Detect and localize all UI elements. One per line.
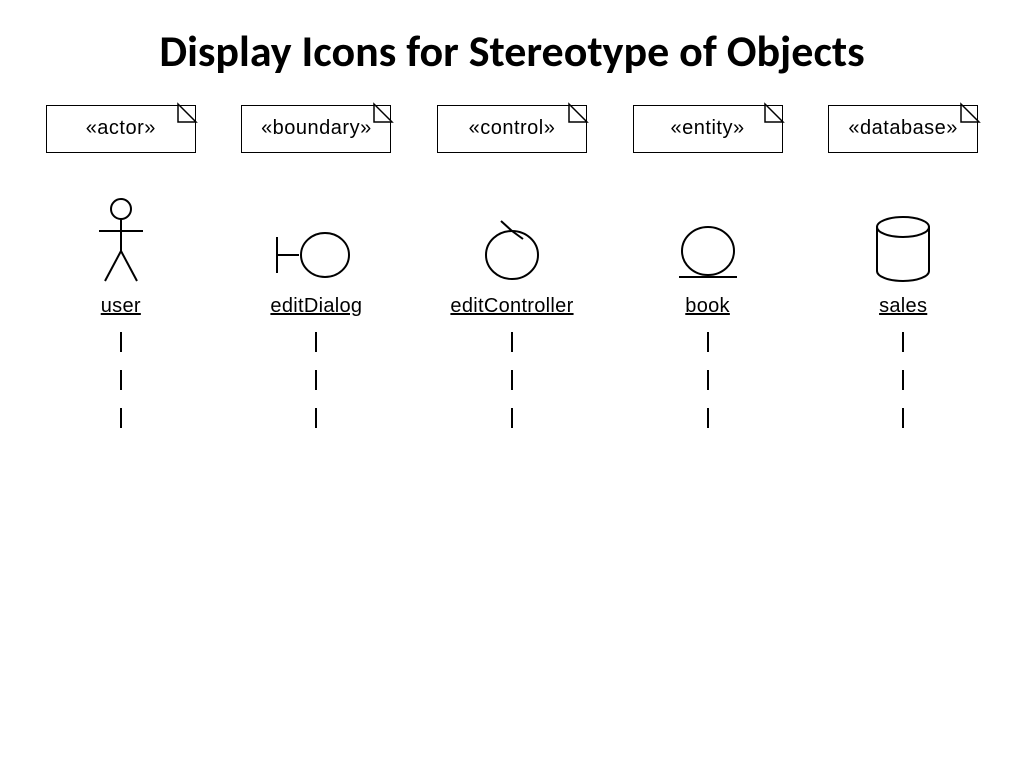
object-name: editDialog — [270, 295, 362, 318]
stereotype-col: «database» sales — [810, 105, 996, 428]
dogear-icon — [569, 104, 587, 122]
slide-title: Display Icons for Stereotype of Objects — [80, 26, 944, 77]
stereotype-note: «entity» — [633, 105, 783, 153]
slide: Display Icons for Stereotype of Objects … — [0, 0, 1024, 768]
lifeline-icon — [120, 332, 122, 428]
dogear-icon — [178, 104, 196, 122]
entity-icon — [673, 195, 743, 285]
object-name: sales — [879, 295, 927, 318]
stereotype-col: «boundary» editDialog — [224, 105, 410, 428]
lifeline-icon — [315, 332, 317, 428]
actor-icon — [91, 195, 151, 285]
stereotype-label: «entity» — [671, 117, 745, 140]
control-icon — [477, 195, 547, 285]
stereotype-label: «control» — [469, 117, 556, 140]
stereotype-col: «control» editController — [419, 105, 605, 428]
boundary-icon — [271, 195, 361, 285]
stereotype-note: «actor» — [46, 105, 196, 153]
object-name: book — [685, 295, 730, 318]
dogear-icon — [374, 104, 392, 122]
stereotype-label: «boundary» — [261, 117, 372, 140]
database-icon — [871, 195, 935, 285]
stereotype-row: «actor» user «boundary» — [0, 105, 1024, 428]
stereotype-col: «entity» book — [615, 105, 801, 428]
lifeline-icon — [707, 332, 709, 428]
stereotype-note: «boundary» — [241, 105, 391, 153]
stereotype-label: «database» — [848, 117, 958, 140]
dogear-icon — [765, 104, 783, 122]
stereotype-note: «database» — [828, 105, 978, 153]
lifeline-icon — [511, 332, 513, 428]
stereotype-col: «actor» user — [28, 105, 214, 428]
object-name: user — [101, 295, 141, 318]
stereotype-label: «actor» — [86, 117, 156, 140]
lifeline-icon — [902, 332, 904, 428]
stereotype-note: «control» — [437, 105, 587, 153]
object-name: editController — [450, 295, 573, 318]
dogear-icon — [961, 104, 979, 122]
